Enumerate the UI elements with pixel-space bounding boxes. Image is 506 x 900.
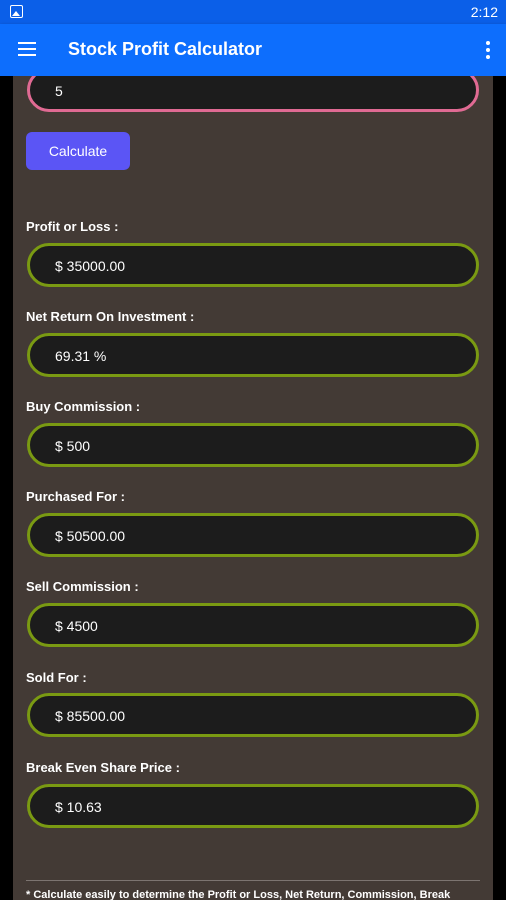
break-even-value: $ 10.63 bbox=[55, 799, 102, 815]
purchased-for-label: Purchased For : bbox=[26, 489, 125, 504]
status-time: 2:12 bbox=[470, 4, 498, 20]
break-even-label: Break Even Share Price : bbox=[26, 760, 180, 775]
app-bar: Stock Profit Calculator bbox=[0, 24, 506, 76]
hamburger-menu-icon[interactable] bbox=[18, 42, 36, 56]
sold-for-label: Sold For : bbox=[26, 670, 87, 685]
net-return-field: 69.31 % bbox=[27, 333, 479, 377]
divider bbox=[26, 880, 480, 881]
purchased-for-value: $ 50500.00 bbox=[55, 528, 126, 544]
net-return-label: Net Return On Investment : bbox=[26, 309, 195, 324]
overflow-menu-icon[interactable] bbox=[486, 41, 490, 59]
sold-for-value: $ 85500.00 bbox=[55, 708, 126, 724]
commission-input-field[interactable]: 5 bbox=[27, 76, 479, 112]
buy-commission-value: $ 500 bbox=[55, 438, 91, 454]
status-bar: 2:12 bbox=[0, 0, 506, 24]
break-even-field: $ 10.63 bbox=[27, 784, 479, 828]
sell-commission-value: $ 4500 bbox=[55, 618, 98, 634]
profit-or-loss-value: $ 35000.00 bbox=[55, 258, 126, 274]
purchased-for-field: $ 50500.00 bbox=[27, 513, 479, 557]
footnote-text: * Calculate easily to determine the Prof… bbox=[26, 889, 451, 900]
profit-or-loss-field: $ 35000.00 bbox=[27, 243, 479, 287]
app-title: Stock Profit Calculator bbox=[68, 39, 263, 59]
net-return-value: 69.31 % bbox=[55, 348, 107, 364]
calculate-button[interactable]: Calculate bbox=[26, 132, 130, 170]
buy-commission-field: $ 500 bbox=[27, 423, 479, 467]
sell-commission-field: $ 4500 bbox=[27, 603, 479, 647]
profit-or-loss-label: Profit or Loss : bbox=[26, 219, 119, 234]
image-notification-icon bbox=[10, 5, 23, 18]
buy-commission-label: Buy Commission : bbox=[26, 399, 141, 414]
sell-commission-label: Sell Commission : bbox=[26, 579, 139, 594]
calculator-content[interactable]: 5 Calculate Profit or Loss : $ 35000.00 … bbox=[13, 76, 493, 900]
sold-for-field: $ 85500.00 bbox=[27, 693, 479, 737]
commission-input-value: 5 bbox=[55, 83, 63, 99]
